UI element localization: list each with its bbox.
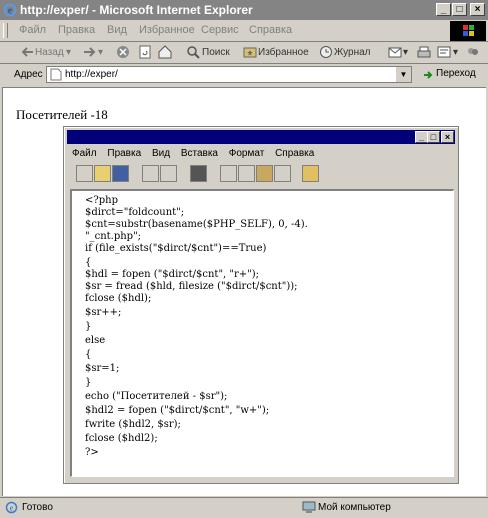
window-title: http://exper/ - Microsoft Internet Explo… bbox=[20, 3, 253, 17]
menu-edit[interactable]: Правка bbox=[58, 24, 95, 36]
back-button[interactable]: Назад bbox=[35, 47, 64, 58]
code-line: "_cnt.php"; bbox=[85, 231, 142, 242]
forward-dropdown-icon[interactable]: ▾ bbox=[98, 47, 103, 58]
back-dropdown-icon[interactable]: ▾ bbox=[66, 47, 71, 58]
editor-menu-view[interactable]: Вид bbox=[152, 148, 170, 159]
code-editor-window: _ □ × Файл Правка Вид Вставка Формат Спр… bbox=[63, 126, 459, 484]
history-icon[interactable] bbox=[319, 45, 333, 59]
discuss-icon[interactable] bbox=[466, 45, 480, 59]
code-line: ?> bbox=[85, 447, 99, 458]
history-button[interactable]: Журнал bbox=[334, 47, 371, 58]
status-bar: e Готово Мой компьютер bbox=[0, 497, 488, 518]
editor-close-button[interactable]: × bbox=[441, 131, 454, 143]
address-input[interactable]: http://exper/ ▼ bbox=[46, 66, 412, 83]
menu-tools[interactable]: Сервис bbox=[201, 24, 239, 36]
open-folder-icon[interactable] bbox=[94, 165, 111, 182]
editor-menu-file[interactable]: Файл bbox=[72, 148, 97, 159]
code-line: else bbox=[85, 335, 106, 346]
maximize-button[interactable]: □ bbox=[452, 3, 467, 16]
favorites-icon[interactable] bbox=[243, 45, 257, 59]
mail-icon[interactable] bbox=[388, 45, 402, 59]
go-button[interactable]: Переход bbox=[436, 68, 476, 79]
code-line: fclose ($hdl2); bbox=[85, 433, 158, 444]
ie-icon: e bbox=[3, 3, 17, 17]
editor-menu-insert[interactable]: Вставка bbox=[181, 148, 218, 159]
my-computer-icon bbox=[302, 501, 316, 513]
search-icon[interactable] bbox=[186, 45, 200, 59]
copy-icon[interactable] bbox=[238, 165, 255, 182]
address-bar: Адрес http://exper/ ▼ Переход bbox=[0, 64, 488, 86]
code-line: echo ("Посетителей - $sr"); bbox=[85, 391, 228, 402]
go-arrow-icon[interactable] bbox=[422, 69, 434, 81]
datetime-icon[interactable] bbox=[302, 165, 319, 182]
code-line: $sr = fread ($hld, filesize ("$dirct/$cn… bbox=[85, 281, 298, 292]
print-preview-icon[interactable] bbox=[160, 165, 177, 182]
code-line: fwrite ($hdl2, $sr); bbox=[85, 419, 181, 430]
undo-icon[interactable] bbox=[274, 165, 291, 182]
menu-view[interactable]: Вид bbox=[107, 24, 127, 36]
code-line: $sr++; bbox=[85, 307, 122, 318]
new-file-icon[interactable] bbox=[76, 165, 93, 182]
refresh-icon[interactable] bbox=[138, 45, 152, 59]
menu-help[interactable]: Справка bbox=[249, 24, 292, 36]
save-icon[interactable] bbox=[112, 165, 129, 182]
print-icon[interactable] bbox=[142, 165, 159, 182]
code-line: <?php bbox=[85, 195, 118, 206]
svg-text:e: e bbox=[8, 6, 13, 17]
code-line: { bbox=[85, 257, 92, 268]
menu-file[interactable]: Файл bbox=[19, 24, 46, 36]
code-line: } bbox=[85, 321, 92, 332]
editor-maximize-button[interactable]: □ bbox=[427, 131, 440, 143]
windows-logo bbox=[450, 21, 486, 41]
close-button[interactable]: × bbox=[470, 3, 485, 16]
stop-icon[interactable] bbox=[116, 45, 130, 59]
menu-grip bbox=[3, 23, 8, 38]
forward-arrow-icon[interactable] bbox=[82, 45, 96, 59]
search-button[interactable]: Поиск bbox=[202, 47, 230, 58]
edit-dropdown-icon[interactable]: ▾ bbox=[453, 47, 458, 58]
code-line: if (file_exists("$dirct/$cnt")==True) bbox=[85, 243, 267, 254]
print-icon[interactable] bbox=[417, 45, 431, 59]
code-line: $hdl = fopen ("$dirct/$cnt", "r+"); bbox=[85, 269, 260, 280]
minimize-button[interactable]: _ bbox=[436, 3, 451, 16]
visitor-counter-text: Посетителей -18 bbox=[16, 107, 108, 122]
cut-icon[interactable] bbox=[220, 165, 237, 182]
editor-menu-bar: Файл Правка Вид Вставка Формат Справка bbox=[72, 148, 322, 159]
find-icon[interactable] bbox=[190, 165, 207, 182]
paste-icon[interactable] bbox=[256, 165, 273, 182]
editor-title-bar: _ □ × bbox=[67, 130, 455, 144]
editor-menu-format[interactable]: Формат bbox=[229, 148, 265, 159]
editor-menu-help[interactable]: Справка bbox=[275, 148, 314, 159]
code-line: $sr=1; bbox=[85, 363, 120, 374]
code-line: } bbox=[85, 377, 92, 388]
home-icon[interactable] bbox=[158, 45, 172, 59]
standard-toolbar: Назад ▾ ▾ Поиск Избранное Журнал ▾ ▾ bbox=[0, 42, 488, 64]
favorites-button[interactable]: Избранное bbox=[258, 47, 309, 58]
address-dropdown-icon[interactable]: ▼ bbox=[396, 67, 411, 82]
code-line: { bbox=[85, 349, 92, 360]
address-value: http://exper/ bbox=[65, 69, 118, 80]
menu-bar: Файл Правка Вид Избранное Сервис Справка bbox=[0, 20, 488, 42]
edit-icon[interactable] bbox=[437, 45, 451, 59]
title-bar: e http://exper/ - Microsoft Internet Exp… bbox=[0, 0, 488, 20]
status-text: Готово bbox=[22, 502, 53, 513]
code-line: $dirct="foldcount"; bbox=[85, 207, 185, 218]
security-zone: Мой компьютер bbox=[318, 502, 391, 513]
menu-favorites[interactable]: Избранное bbox=[139, 24, 195, 36]
code-line: $cnt=substr(basename($PHP_SELF), 0, -4). bbox=[85, 219, 308, 230]
windows-flag-icon bbox=[463, 25, 474, 36]
mail-dropdown-icon[interactable]: ▾ bbox=[403, 47, 408, 58]
svg-text:e: e bbox=[10, 504, 14, 513]
address-label: Адрес bbox=[14, 69, 43, 80]
code-text-area[interactable]: <?php $dirct="foldcount"; $cnt=substr(ba… bbox=[70, 189, 454, 477]
code-line: $hdl2 = fopen ("$dirct/$cnt", "w+"); bbox=[85, 405, 270, 416]
editor-menu-edit[interactable]: Правка bbox=[107, 148, 141, 159]
ie-page-icon: e bbox=[5, 501, 18, 514]
page-icon bbox=[50, 68, 62, 81]
code-line: fclose ($hdl); bbox=[85, 293, 152, 304]
back-arrow-icon[interactable] bbox=[21, 45, 35, 59]
